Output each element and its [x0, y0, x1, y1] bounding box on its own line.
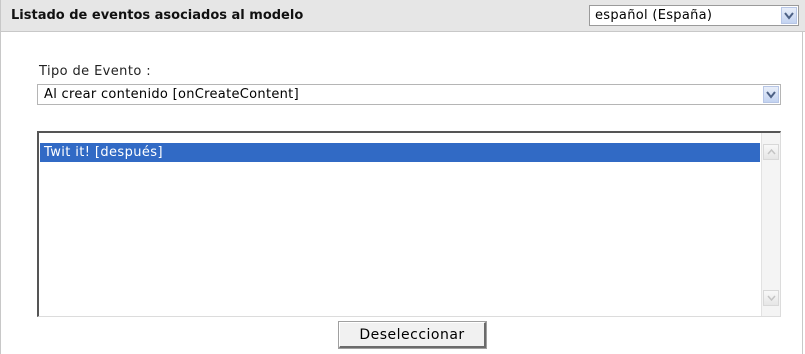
chevron-down-icon[interactable] [763, 86, 779, 103]
scroll-down-icon[interactable] [763, 290, 779, 306]
list-item[interactable]: Twit it! [después] [40, 143, 760, 162]
panel-header: Listado de eventos asociados al modelo e… [1, 0, 805, 32]
vertical-scrollbar[interactable] [761, 133, 780, 316]
event-type-value: Al crear contenido [onCreateContent] [44, 87, 299, 102]
event-listbox[interactable]: Twit it! [después] [37, 131, 781, 317]
event-type-label: Tipo de Evento : [39, 64, 151, 79]
event-type-select[interactable]: Al crear contenido [onCreateContent] [37, 84, 781, 105]
scroll-up-icon[interactable] [763, 144, 779, 160]
language-select-value: español (España) [595, 8, 713, 23]
events-panel: Listado de eventos asociados al modelo e… [0, 0, 805, 354]
deselect-button[interactable]: Deseleccionar [338, 321, 487, 349]
language-select[interactable]: español (España) [589, 5, 799, 26]
chevron-down-icon[interactable] [781, 7, 797, 24]
panel-title: Listado de eventos asociados al modelo [11, 8, 304, 23]
